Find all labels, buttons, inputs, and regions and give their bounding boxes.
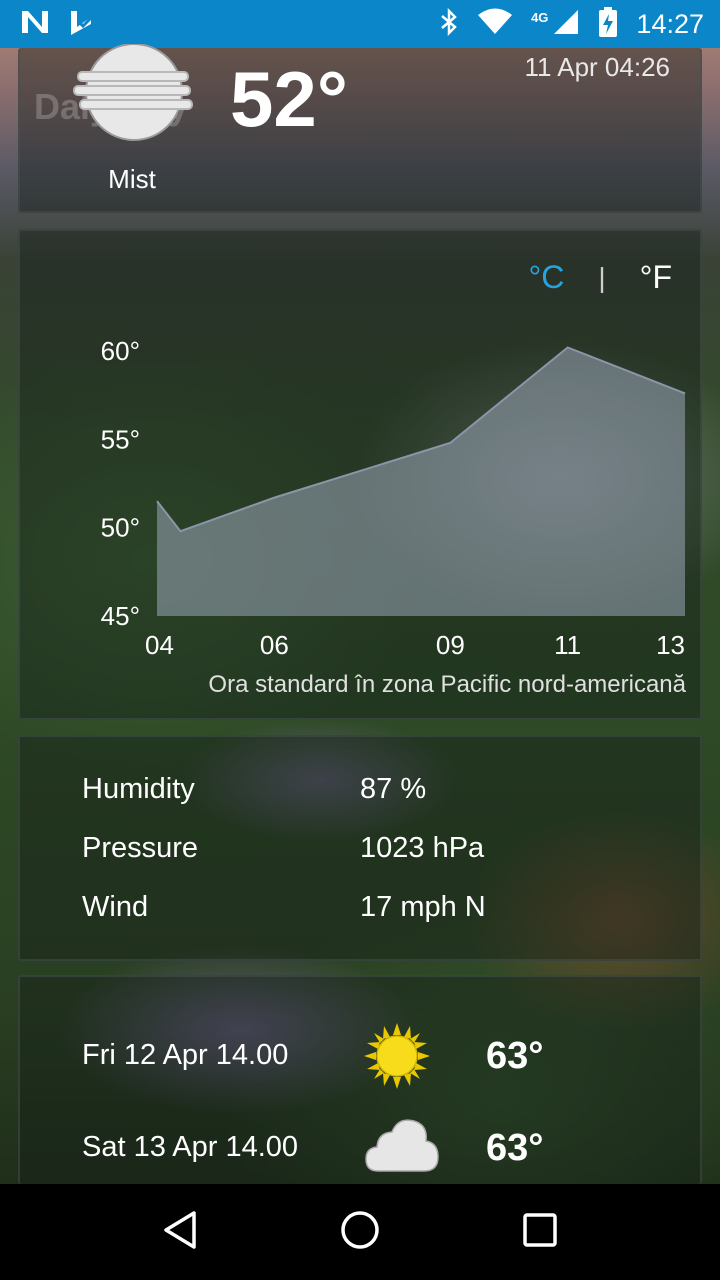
forecast-temp: 63°: [486, 1127, 544, 1169]
recents-icon: [522, 1212, 558, 1253]
forecast-date: Fri 12 Apr 14.00: [82, 1039, 289, 1071]
navigation-bar: [0, 1184, 720, 1280]
mist-icon: [72, 43, 196, 148]
y-tick-label: 60°: [101, 336, 140, 366]
temperature-chart-card: °C | °F 60° 55° 50° 45° 04 06 09 11 13 Ora stand…: [18, 229, 702, 720]
x-tick-label: 09: [436, 630, 465, 660]
humidity-value: 87 %: [360, 773, 427, 805]
pressure-value: 1023 hPa: [360, 832, 485, 864]
recents-button[interactable]: [510, 1202, 570, 1262]
x-tick-label: 04: [145, 630, 174, 660]
wind-label: Wind: [82, 891, 149, 923]
network-type: 4G: [531, 9, 549, 25]
timezone-label: Ora standard în zona Pacific nord-americ…: [208, 671, 686, 698]
y-tick-label: 45°: [101, 601, 140, 631]
back-button[interactable]: [150, 1202, 210, 1262]
status-bar: 4G 14:27: [0, 0, 720, 48]
bluetooth-icon: [439, 7, 459, 41]
checkmark-notification-icon: [68, 9, 96, 40]
humidity-label: Humidity: [82, 773, 195, 805]
current-weather-card[interactable]: Daly City Mist 52° 11 Apr 04:26: [18, 43, 702, 213]
wifi-icon: [477, 8, 513, 41]
wind-value: 17 mph N: [360, 891, 486, 923]
y-tick-label: 50°: [101, 513, 140, 543]
x-tick-label: 13: [656, 630, 685, 660]
home-icon: [340, 1210, 380, 1255]
pressure-label: Pressure: [82, 832, 199, 864]
temperature-chart: 60° 55° 50° 45°04 06 09 11 13: [101, 336, 686, 660]
details-card: Humidity 87 % Pressure 1023 hPa Wind 17 …: [18, 735, 702, 961]
condition-label: Mist: [108, 164, 156, 194]
forecast-date: Sat 13 Apr 14.00: [82, 1131, 299, 1163]
x-tick-label: 06: [260, 630, 289, 660]
signal-icon: [552, 8, 580, 41]
y-tick-label: 55°: [101, 424, 140, 454]
clock: 14:27: [636, 8, 704, 39]
update-timestamp: 11 Apr 04:26: [524, 52, 670, 82]
back-icon: [162, 1210, 198, 1255]
n-notification-icon: [20, 9, 50, 40]
sun-icon: [364, 1023, 430, 1094]
chart-area: [157, 347, 685, 616]
current-temperature: 52°: [230, 55, 348, 143]
forecast-card[interactable]: Fri 12 Apr 14.00 63° Sat 13 Apr 14.00 63…: [18, 975, 702, 1184]
home-button[interactable]: [330, 1202, 390, 1262]
battery-charging-icon: [598, 6, 618, 42]
forecast-temp: 63°: [486, 1035, 544, 1077]
cloud-icon: [364, 1113, 440, 1182]
x-tick-label: 11: [554, 630, 581, 660]
